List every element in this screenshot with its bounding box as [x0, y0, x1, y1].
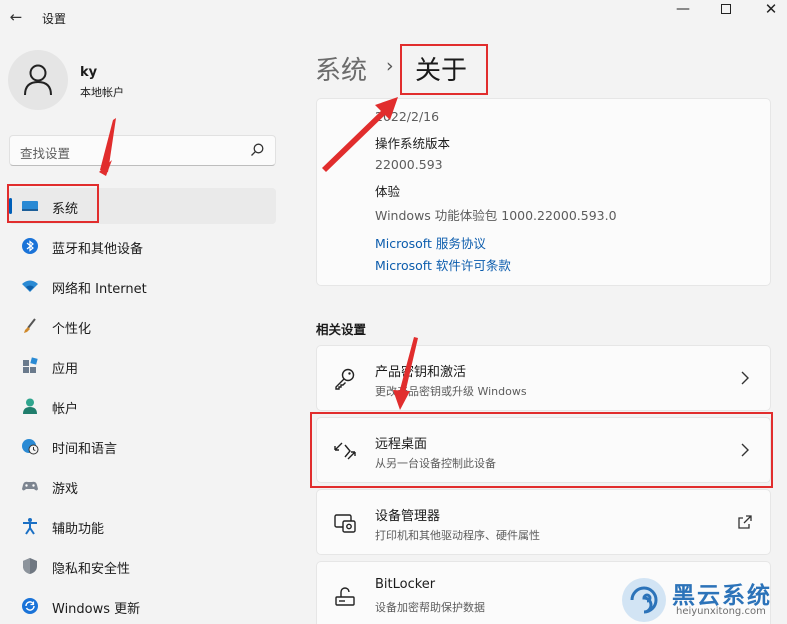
maximize-icon: [721, 4, 731, 14]
row-title: 产品密钥和激活: [375, 365, 467, 380]
external-link-icon: [738, 515, 752, 529]
sidebar-item-gaming[interactable]: 游戏: [9, 468, 276, 504]
row-subtitle: 设备加密帮助保护数据: [375, 601, 485, 614]
license-terms-link[interactable]: Microsoft 软件许可条款: [375, 255, 511, 274]
globe-clock-icon: [22, 439, 39, 455]
avatar: [8, 50, 68, 110]
related-settings-title: 相关设置: [316, 322, 367, 337]
experience-value: Windows 功能体验包 1000.22000.593.0: [375, 208, 617, 223]
watermark-url: heiyunxitong.com: [676, 606, 766, 617]
os-build-value: 22000.593: [375, 157, 443, 172]
app-title: 设置: [42, 12, 67, 26]
device-manager-icon: [334, 514, 356, 533]
account-icon: [23, 398, 37, 414]
brush-icon: [24, 318, 36, 333]
search-placeholder: 查找设置: [20, 146, 71, 161]
gamepad-icon: [22, 481, 38, 491]
annotation-box-remote-desktop: [310, 412, 773, 488]
sidebar-item-label: 辅助功能: [52, 522, 105, 537]
sidebar-item-apps[interactable]: 应用: [9, 348, 276, 384]
sidebar-item-accounts[interactable]: 帐户: [9, 388, 276, 424]
sidebar-item-personalization[interactable]: 个性化: [9, 308, 276, 344]
sidebar-item-label: 网络和 Internet: [52, 282, 147, 297]
wifi-icon: [22, 280, 38, 292]
sidebar-item-network[interactable]: 网络和 Internet: [9, 268, 276, 304]
windows-specifications-card: 2022/2/16 操作系统版本 22000.593 体验 Windows 功能…: [316, 98, 771, 286]
os-build-label: 操作系统版本: [375, 136, 451, 151]
bluetooth-icon: [22, 238, 38, 254]
sidebar-item-label: 游戏: [52, 482, 79, 497]
install-date: 2022/2/16: [375, 109, 440, 124]
row-subtitle: 打印机和其他驱动程序、硬件属性: [375, 529, 540, 542]
sidebar-item-label: 个性化: [52, 322, 92, 337]
sidebar-nav: 系统 蓝牙和其他设备 网络和 Internet 个性化 应用 帐户 时间和语言 …: [9, 188, 276, 624]
shield-icon: [23, 558, 37, 574]
back-arrow-icon[interactable]: ←: [6, 7, 26, 27]
device-manager-row[interactable]: 设备管理器 打印机和其他驱动程序、硬件属性: [316, 489, 771, 555]
account-type: 本地帐户: [80, 86, 124, 99]
sidebar-item-label: Windows 更新: [52, 602, 141, 617]
experience-label: 体验: [375, 184, 401, 199]
sidebar-item-label: 蓝牙和其他设备: [52, 242, 144, 257]
row-subtitle: 更改产品密钥或升级 Windows: [375, 385, 527, 398]
person-icon: [24, 64, 52, 96]
main-content: 系统 › 关于 2022/2/16 操作系统版本 22000.593 体验 Wi…: [291, 34, 787, 624]
update-icon: [22, 598, 38, 614]
watermark: 黑云系统 heiyunxitong.com: [622, 574, 787, 624]
sidebar-item-accessibility[interactable]: 辅助功能: [9, 508, 276, 544]
minimize-button[interactable]: —: [660, 0, 706, 18]
apps-icon: [23, 357, 38, 373]
row-title: 设备管理器: [375, 509, 441, 524]
sidebar-item-windows-update[interactable]: Windows 更新: [9, 588, 276, 624]
accessibility-icon: [23, 518, 37, 535]
search-icon[interactable]: [249, 142, 265, 158]
annotation-box-system: [7, 184, 99, 223]
sidebar-item-label: 隐私和安全性: [52, 562, 131, 577]
watermark-brand: 黑云系统: [672, 583, 772, 609]
sidebar-item-label: 时间和语言: [52, 442, 118, 457]
chevron-right-icon: [741, 371, 749, 385]
row-title: BitLocker: [375, 577, 436, 592]
maximize-button[interactable]: [703, 0, 749, 18]
sidebar-item-time-language[interactable]: 时间和语言: [9, 428, 276, 464]
annotation-box-about: [400, 44, 488, 95]
key-icon: [335, 368, 355, 390]
title-bar: ← 设置 — ✕: [0, 0, 787, 34]
sidebar-item-privacy-security[interactable]: 隐私和安全性: [9, 548, 276, 584]
product-key-activation-row[interactable]: 产品密钥和激活 更改产品密钥或升级 Windows: [316, 345, 771, 411]
breadcrumb-parent[interactable]: 系统: [315, 50, 367, 87]
user-profile[interactable]: ky 本地帐户: [8, 50, 278, 110]
sidebar-item-label: 应用: [52, 362, 79, 377]
breadcrumb-separator: ›: [386, 55, 394, 77]
sidebar-item-bluetooth[interactable]: 蓝牙和其他设备: [9, 228, 276, 264]
user-name: ky: [80, 65, 98, 80]
sidebar-item-label: 帐户: [52, 402, 79, 417]
search-input[interactable]: 查找设置: [9, 135, 276, 166]
close-button[interactable]: ✕: [748, 0, 787, 18]
services-agreement-link[interactable]: Microsoft 服务协议: [375, 233, 486, 252]
watermark-logo-icon: [622, 578, 666, 622]
bitlocker-icon: [335, 587, 355, 606]
